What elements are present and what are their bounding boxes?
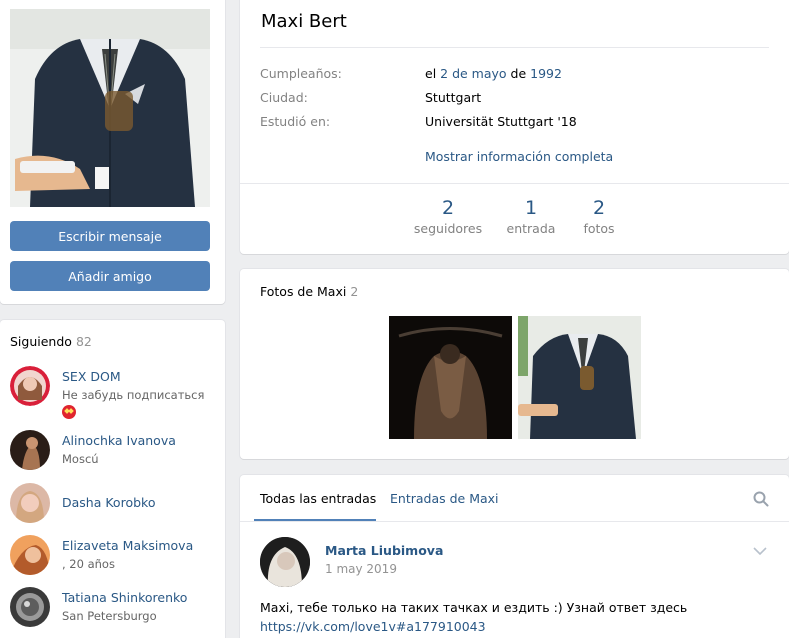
following-title: Siguiendo (10, 334, 72, 349)
following-header[interactable]: Siguiendo 82 (10, 334, 92, 349)
heart-eyes-emoji-icon (62, 405, 76, 419)
tab-owner-posts[interactable]: Entradas de Maxi (390, 491, 499, 506)
divider (240, 183, 789, 184)
avatar[interactable] (10, 366, 50, 406)
profile-avatar[interactable] (10, 9, 210, 207)
profile-info-card: Maxi Bert Cumpleaños: el 2 de mayo de 19… (240, 0, 789, 254)
photos-count: 2 (350, 284, 359, 299)
profile-counters: 2 seguidores 1 entrada 2 fotos (240, 197, 789, 247)
photos-title: Fotos de Maxi (260, 284, 347, 299)
city-label: Ciudad: (260, 90, 308, 105)
counter-label: seguidores (413, 221, 483, 236)
following-item-dasha[interactable]: Dasha Korobko (10, 483, 220, 527)
send-message-button[interactable]: Escribir mensaje (10, 221, 210, 251)
add-friend-button[interactable]: Añadir amigo (10, 261, 210, 291)
followers-counter[interactable]: 2 seguidores (408, 197, 488, 236)
photo-thumbnail[interactable] (518, 316, 641, 439)
tab-all-posts[interactable]: Todas las entradas (260, 491, 376, 506)
city-link[interactable]: Stuttgart (425, 90, 481, 105)
following-item-elizaveta[interactable]: Elizaveta Maksimova , 20 años (10, 535, 220, 579)
search-icon[interactable] (753, 491, 769, 507)
avatar[interactable] (10, 483, 50, 523)
divider (260, 47, 769, 48)
post-author-avatar[interactable] (260, 537, 310, 587)
education-link[interactable]: Universität Stuttgart '18 (425, 114, 577, 129)
photo-thumbnail[interactable] (389, 316, 512, 439)
following-age: , 20 años (62, 557, 115, 571)
following-name[interactable]: Alinochka Ivanova (62, 433, 176, 448)
wall-card: Todas las entradas Entradas de Maxi Mart… (240, 475, 789, 638)
following-name[interactable]: SEX DOM (62, 369, 121, 384)
avatar[interactable] (10, 430, 50, 470)
show-full-info-link[interactable]: Mostrar información completa (425, 149, 613, 164)
page-title: Maxi Bert (261, 11, 347, 32)
post-author-name[interactable]: Marta Liubimova (325, 543, 443, 558)
post-text: Maxi, тебе только на таких тачках и езди… (260, 598, 687, 636)
post-body: Maxi, тебе только на таких тачках и езди… (260, 600, 688, 615)
following-item-tatiana[interactable]: Tatiana Shinkorenko San Petersburgo (10, 587, 220, 631)
photos-card: Fotos de Maxi 2 (240, 269, 789, 459)
birthday-year-link[interactable]: 1992 (530, 66, 562, 81)
education-label: Estudió en: (260, 114, 331, 129)
following-city: San Petersburgo (62, 609, 157, 623)
following-name[interactable]: Dasha Korobko (62, 495, 155, 510)
birthday-label: Cumpleaños: (260, 66, 342, 81)
birthday-date-link[interactable]: 2 de mayo (440, 66, 506, 81)
counter-value: 2 (592, 197, 606, 219)
post-link[interactable]: https://vk.com/love1v#a177910043 (260, 619, 486, 634)
birthday-de: de (510, 66, 527, 81)
following-status: Не забудь подписаться (62, 388, 205, 402)
following-item-sex-dom[interactable]: SEX DOM Не забудь подписаться (10, 366, 220, 419)
post-date[interactable]: 1 may 2019 (325, 562, 397, 576)
divider (240, 521, 789, 522)
avatar[interactable] (10, 587, 50, 627)
counter-label: fotos (583, 221, 615, 236)
following-card: Siguiendo 82 SEX DOM Не забудь подписатьс… (0, 320, 225, 638)
birthday-prefix: el (425, 66, 437, 81)
following-city: Moscú (62, 452, 99, 466)
photos-header[interactable]: Fotos de Maxi 2 (260, 284, 358, 299)
following-item-alinochka[interactable]: Alinochka Ivanova Moscú (10, 430, 220, 474)
following-name[interactable]: Elizaveta Maksimova (62, 538, 193, 553)
chevron-down-icon[interactable] (753, 547, 767, 555)
avatar-card: Escribir mensaje Añadir amigo (0, 0, 225, 304)
photos-counter[interactable]: 2 fotos (559, 197, 639, 236)
counter-value: 2 (441, 197, 455, 219)
following-count: 82 (75, 334, 92, 349)
birthday-value: el 2 de mayo de 1992 (425, 66, 562, 81)
following-name[interactable]: Tatiana Shinkorenko (62, 590, 187, 605)
avatar[interactable] (10, 535, 50, 575)
